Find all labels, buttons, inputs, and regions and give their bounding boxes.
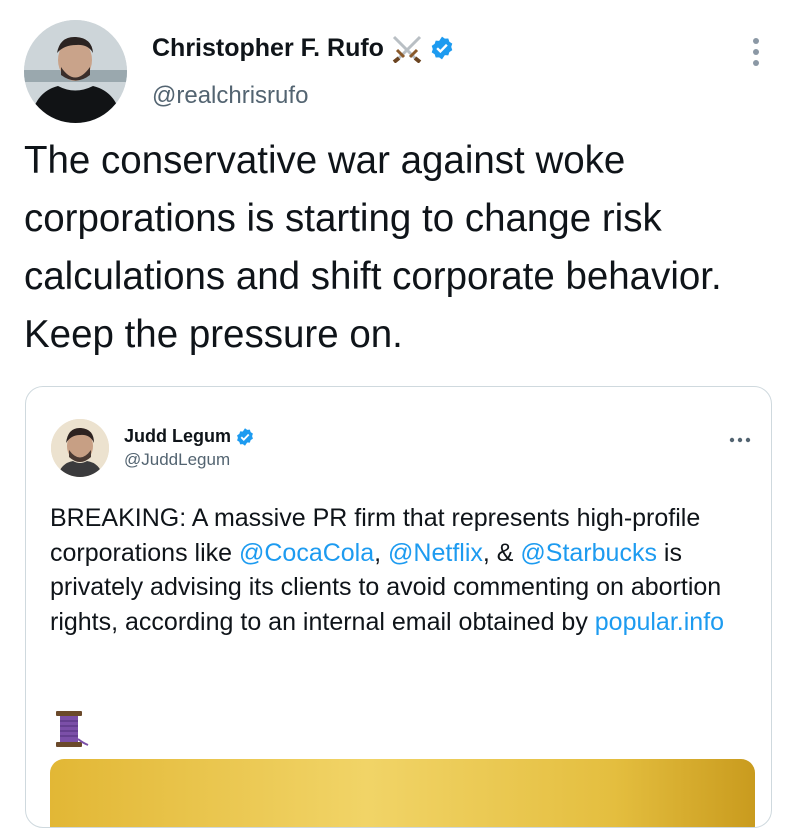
quoted-tweet-text: BREAKING: A massive PR firm that represe… (50, 501, 750, 639)
quoted-author-name-text: Judd Legum (124, 426, 231, 446)
quoted-author-avatar[interactable] (51, 419, 109, 477)
mention-starbucks[interactable]: @Starbucks (520, 539, 657, 567)
author-handle[interactable]: @realchrisrufo (152, 82, 308, 110)
author-avatar[interactable] (24, 20, 127, 123)
author-name[interactable]: Christopher F. Rufo (152, 33, 455, 64)
avatar-photo (51, 419, 109, 477)
spool-of-thread-icon (50, 709, 90, 749)
quoted-author-handle[interactable]: @JuddLegum (124, 450, 230, 470)
more-options-icon[interactable] (748, 36, 764, 70)
crossed-swords-icon (390, 33, 424, 64)
media-preview-banner[interactable] (50, 759, 755, 827)
tweet-text: The conservative war against woke corpor… (24, 139, 722, 356)
quoted-text-separator: , (374, 538, 389, 567)
author-name-text: Christopher F. Rufo (152, 33, 384, 62)
verified-badge-icon (429, 35, 455, 61)
verified-badge-icon (235, 427, 255, 447)
quoted-text-separator: , & (482, 538, 521, 567)
quoted-author-name[interactable]: Judd Legum (124, 426, 255, 447)
more-options-icon[interactable] (729, 430, 751, 443)
mention-netflix[interactable]: @Netflix (388, 539, 483, 567)
mention-cocacola[interactable]: @CocaCola (239, 539, 374, 567)
avatar-photo (24, 20, 127, 123)
quoted-tweet-card[interactable]: Judd Legum @JuddLegum BREAKING: A massiv… (25, 386, 772, 828)
article-link[interactable]: popular.info (595, 608, 724, 636)
